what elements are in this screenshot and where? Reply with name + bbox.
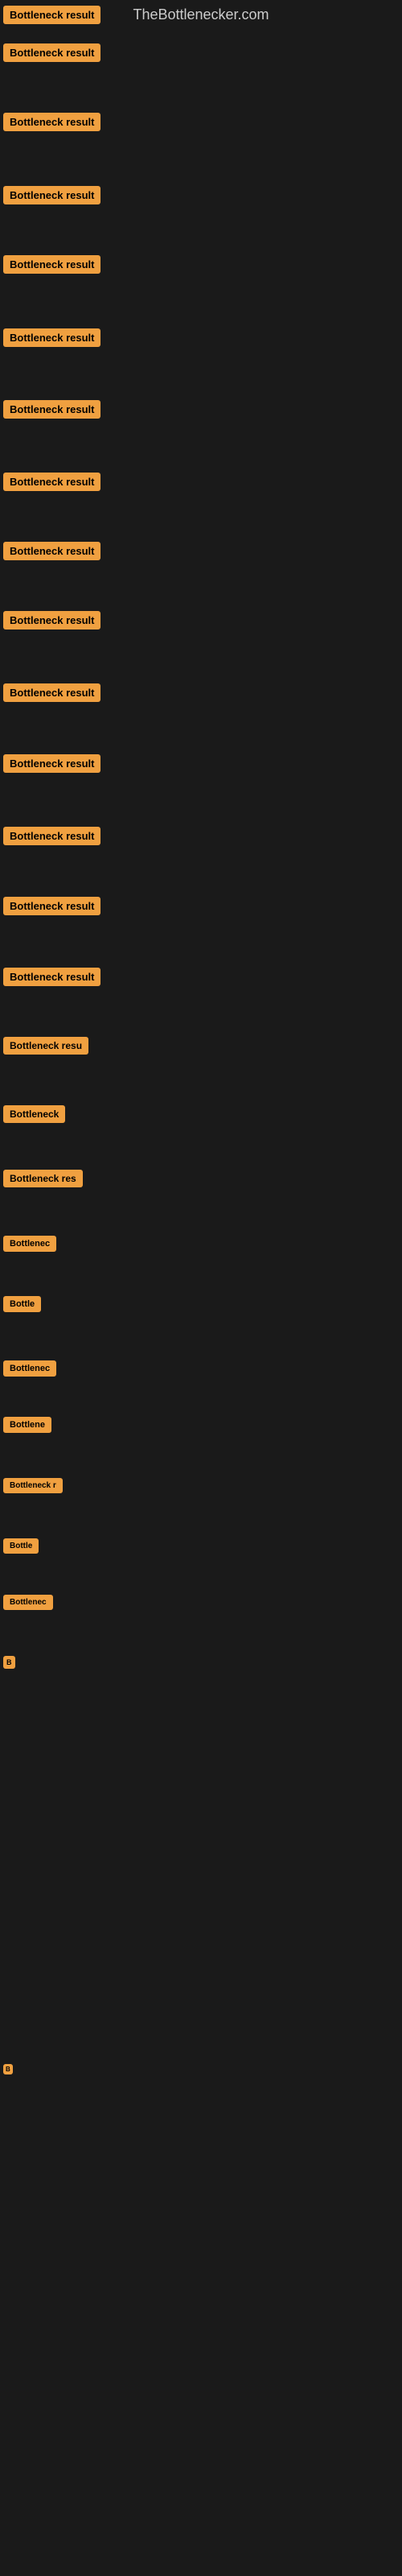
bottleneck-item-3[interactable]: Bottleneck result — [3, 115, 100, 130]
bottleneck-item-7[interactable]: Bottleneck result — [3, 402, 100, 417]
bottleneck-item-14[interactable]: Bottleneck result — [3, 899, 100, 914]
bottleneck-item-11[interactable]: Bottleneck result — [3, 686, 100, 700]
bottleneck-item-20[interactable]: Bottle — [3, 1296, 41, 1311]
bottleneck-badge-24: Bottle — [3, 1538, 39, 1554]
bottleneck-item-13[interactable]: Bottleneck result — [3, 829, 100, 844]
bottleneck-badge-9: Bottleneck result — [3, 542, 100, 560]
bottleneck-item-12[interactable]: Bottleneck result — [3, 757, 100, 771]
bottleneck-badge-19: Bottlenec — [3, 1236, 56, 1252]
bottleneck-badge-16: Bottleneck resu — [3, 1037, 88, 1055]
bottleneck-badge-12: Bottleneck result — [3, 754, 100, 773]
bottleneck-item-6[interactable]: Bottleneck result — [3, 331, 100, 345]
bottleneck-item-24[interactable]: Bottle — [3, 1538, 39, 1552]
bottleneck-item-25[interactable]: Bottlenec — [3, 1594, 53, 1608]
bottleneck-item-9[interactable]: Bottleneck result — [3, 544, 100, 559]
bottleneck-badge-8: Bottleneck result — [3, 473, 100, 491]
bottleneck-badge-2: Bottleneck result — [3, 43, 100, 62]
bottleneck-item-2[interactable]: Bottleneck result — [3, 46, 100, 60]
bottleneck-item-21[interactable]: Bottlenec — [3, 1360, 56, 1375]
bottleneck-item-15[interactable]: Bottleneck result — [3, 970, 100, 985]
bottleneck-item-18[interactable]: Bottleneck res — [3, 1171, 83, 1186]
bottleneck-item-27[interactable]: B — [3, 2061, 13, 2075]
bottleneck-badge-3: Bottleneck result — [3, 113, 100, 131]
bottleneck-badge-23: Bottleneck r — [3, 1478, 63, 1493]
bottleneck-badge-21: Bottlenec — [3, 1360, 56, 1377]
bottleneck-item-4[interactable]: Bottleneck result — [3, 188, 100, 203]
bottleneck-item-19[interactable]: Bottlenec — [3, 1236, 56, 1250]
bottleneck-badge-6: Bottleneck result — [3, 328, 100, 347]
bottleneck-item-26[interactable]: B — [3, 1654, 15, 1669]
page-container: TheBottlenecker.com Bottleneck result Bo… — [0, 0, 402, 2576]
bottleneck-badge-5: Bottleneck result — [3, 255, 100, 274]
bottleneck-badge-4: Bottleneck result — [3, 186, 100, 204]
bottleneck-item-22[interactable]: Bottlene — [3, 1417, 51, 1431]
bottleneck-badge-7: Bottleneck result — [3, 400, 100, 419]
bottleneck-badge-26: B — [3, 1656, 15, 1669]
bottleneck-badge-10: Bottleneck result — [3, 611, 100, 630]
bottleneck-item-16[interactable]: Bottleneck resu — [3, 1038, 88, 1053]
bottleneck-badge-13: Bottleneck result — [3, 827, 100, 845]
bottleneck-badge-22: Bottlene — [3, 1417, 51, 1433]
bottleneck-badge-15: Bottleneck result — [3, 968, 100, 986]
bottleneck-item-10[interactable]: Bottleneck result — [3, 613, 100, 628]
bottleneck-item-1[interactable]: Bottleneck result — [3, 8, 100, 23]
bottleneck-badge-20: Bottle — [3, 1296, 41, 1312]
bottleneck-badge-11: Bottleneck result — [3, 683, 100, 702]
bottleneck-item-23[interactable]: Bottleneck r — [3, 1477, 63, 1492]
bottleneck-badge-1: Bottleneck result — [3, 6, 100, 24]
bottleneck-item-17[interactable]: Bottleneck — [3, 1107, 65, 1121]
bottleneck-badge-18: Bottleneck res — [3, 1170, 83, 1187]
bottleneck-item-5[interactable]: Bottleneck result — [3, 258, 100, 272]
bottleneck-item-8[interactable]: Bottleneck result — [3, 475, 100, 489]
bottleneck-badge-14: Bottleneck result — [3, 897, 100, 915]
bottleneck-badge-27: B — [3, 2064, 13, 2074]
bottleneck-badge-25: Bottlenec — [3, 1595, 53, 1610]
bottleneck-badge-17: Bottleneck — [3, 1105, 65, 1123]
